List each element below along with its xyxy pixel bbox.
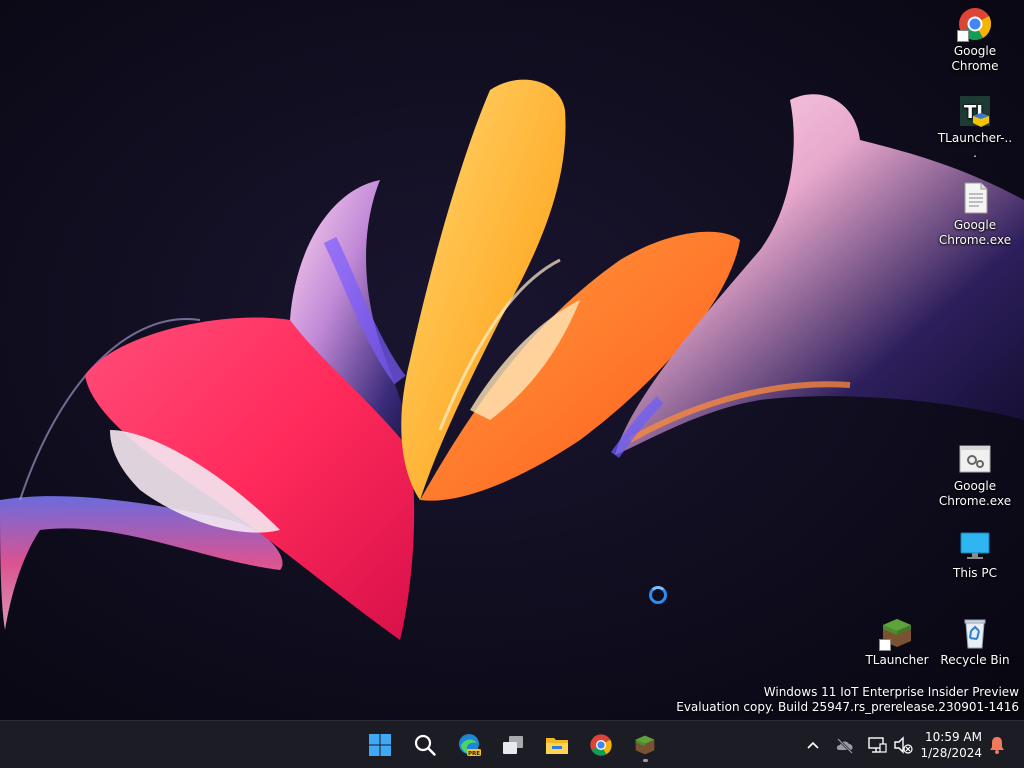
tlauncher-installer-icon: TL <box>960 96 990 127</box>
onedrive-offline-icon[interactable] <box>834 734 856 756</box>
desktop-icon-label: This PC <box>953 566 997 580</box>
taskbar: PRE 10:59 AM 1/28/2024 <box>0 720 1024 768</box>
desktop-icon-label: Google Chrome.exe <box>938 218 1012 247</box>
desktop-icon-label: TLauncher <box>865 653 929 667</box>
desktop-icon-tlauncher[interactable]: TLauncher <box>858 615 936 668</box>
clock-time: 10:59 AM <box>925 730 982 744</box>
shortcut-arrow-icon <box>879 639 891 651</box>
clock-date: 1/28/2024 <box>920 746 982 760</box>
taskbar-edge-preview[interactable]: PRE <box>451 727 487 763</box>
shortcut-arrow-icon <box>957 30 969 42</box>
desktop-icon-recycle-bin[interactable]: Recycle Bin <box>936 615 1014 668</box>
task-view-button[interactable] <box>495 727 531 763</box>
edge-preview-icon: PRE <box>459 734 481 757</box>
desktop-icon-label: Google Chrome <box>951 44 999 73</box>
watermark-line-build: Evaluation copy. Build 25947.rs_prerelea… <box>676 700 1019 714</box>
desktop-icon-label: TLauncher-... <box>937 131 1013 160</box>
evaluation-watermark: Windows 11 IoT Enterprise Insider Previe… <box>676 685 1019 715</box>
task-view-icon <box>503 736 523 754</box>
document-icon <box>964 182 988 214</box>
desktop-icon-this-pc[interactable]: This PC <box>936 528 1014 581</box>
watermark-line-edition: Windows 11 IoT Enterprise Insider Previe… <box>763 685 1019 699</box>
taskbar-minecraft[interactable] <box>627 727 663 763</box>
taskbar-file-explorer[interactable] <box>539 727 575 763</box>
desktop-icon-label: Google Chrome.exe <box>938 479 1012 508</box>
desktop-icon-chrome[interactable]: Google Chrome <box>936 6 1014 74</box>
desktop-icon-tlauncher-installer[interactable]: TL TLauncher-... <box>936 93 1014 161</box>
busy-cursor-icon <box>649 586 667 604</box>
show-hidden-icons-chevron-up-icon[interactable] <box>802 734 824 756</box>
grass-block-icon <box>635 735 655 755</box>
folder-icon <box>546 738 568 754</box>
desktop-icon-chrome-exe-document[interactable]: Google Chrome.exe <box>936 180 1014 248</box>
windows-logo-icon <box>369 734 391 756</box>
settings-file-icon <box>959 445 991 473</box>
desktop-icon-label: Recycle Bin <box>940 653 1010 667</box>
svg-text:PRE: PRE <box>468 751 480 757</box>
search-icon <box>414 734 436 756</box>
search-button[interactable] <box>407 727 443 763</box>
start-button[interactable] <box>362 727 398 763</box>
chrome-icon <box>590 734 612 756</box>
desktop-icon-chrome-exe-settings[interactable]: Google Chrome.exe <box>936 441 1014 509</box>
running-indicator <box>643 759 648 762</box>
notification-bell-icon[interactable] <box>986 734 1008 756</box>
taskbar-clock[interactable]: 10:59 AM 1/28/2024 <box>920 729 982 761</box>
taskbar-chrome[interactable] <box>583 727 619 763</box>
desktop[interactable]: Google Chrome TL TLauncher-... Google Ch… <box>0 0 1024 768</box>
network-icon[interactable] <box>866 734 888 756</box>
volume-muted-icon[interactable] <box>892 734 914 756</box>
monitor-icon <box>960 532 990 559</box>
wallpaper <box>0 0 1024 720</box>
recycle-bin-icon <box>964 619 986 649</box>
